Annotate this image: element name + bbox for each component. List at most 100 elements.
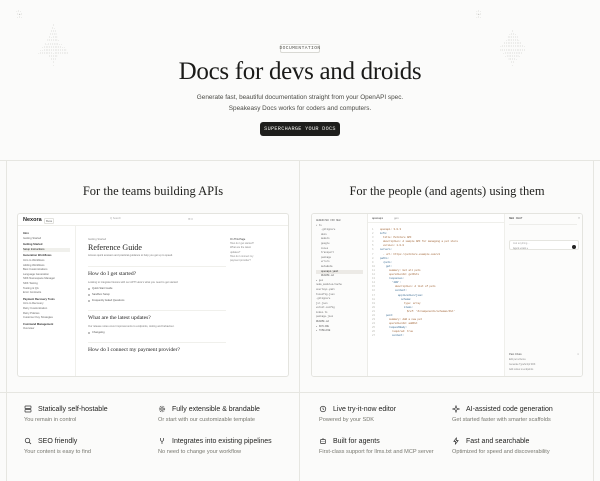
page-title: Reference Guide [88,243,142,252]
send-icon[interactable] [572,245,576,249]
line-number: 5 [372,244,374,248]
code-text: summary: Get all pets [380,268,421,272]
past-chat-item[interactable]: Edit pet schema [509,359,525,361]
code-text: paths: [380,256,390,260]
bullet-icon [88,300,90,302]
left-rail [6,160,7,481]
editor-tabs: openapi gen [368,214,504,223]
line-number: 12 [372,273,376,277]
sidebar-item[interactable]: Setup Instructions [23,247,70,253]
bolt-icon [452,437,460,445]
ascii-art-corner-right: .:. :+: .:. [476,10,482,20]
features-divider [0,392,600,393]
past-chat-item[interactable]: Add retries to endpoints [509,369,533,371]
line-number: 20 [372,305,376,309]
line-number: 15 [372,285,376,289]
docs-site-preview: Nexora Beta Q Search ⌘ K Intro Getting St… [17,213,289,377]
supercharge-docs-button[interactable]: SUPERCHARGE YOUR DOCS [260,122,340,136]
close-icon[interactable]: × [577,352,579,356]
past-chats-title: Past Chats [509,353,522,356]
tab-gen[interactable]: gen [394,217,399,220]
zap-icon [319,405,327,413]
docs-sidebar: Intro Getting Started Getting Started Setup… [18,226,76,376]
line-number: 18 [372,297,376,301]
toc-item[interactable]: payment provider? [230,259,284,263]
model-selector[interactable]: Agent ▾ Auto ▾ [513,247,528,250]
code-text: type: array [380,301,421,305]
line-number: 22 [372,313,376,317]
breadcrumb[interactable]: Getting Started [88,238,106,241]
divider [88,342,226,343]
line-number: 16 [372,289,376,293]
close-icon[interactable]: × [578,216,580,220]
code-text: '200': [380,281,402,285]
feature-title: Fast and searchable [466,437,530,445]
past-chat-item[interactable]: Generate TypeScript SDK [509,364,535,366]
bullet-icon [88,294,90,296]
chat-input[interactable]: Ask anything... Agent ▾ Auto ▾ [509,240,579,250]
code-text: content: [380,289,408,293]
line-number: 6 [372,248,374,252]
bot-icon [319,437,327,445]
feature-title: Built for agents [333,437,380,445]
bullet-icon [88,332,90,334]
docs-main-content: Getting Started Reference Guide Access q… [88,226,228,376]
feature-title: SEO friendly [38,437,78,445]
doc-link[interactable]: Quick Start Guide [92,287,112,290]
search-icon [24,437,32,445]
code-text: application/json: [380,293,424,297]
line-number: 26 [372,330,376,334]
line-number: 21 [372,309,376,313]
divider [88,266,226,267]
stack-icon [24,405,32,413]
feature-desc: Your content is easy to find [24,449,91,455]
file-tree-item[interactable]: ▸ TIMELINE [316,329,363,334]
line-number: 9 [372,260,374,264]
doc-link[interactable]: Sandbox Setup [92,293,110,296]
section-text: Our release notes cover improvements to … [88,325,175,328]
feature-title: AI-assisted code generation [466,405,553,413]
doc-link[interactable]: Changelog [92,331,105,334]
code-text: info: [380,232,388,236]
hero-section: : :. ::: :::: :.::: ::::::. :.::::::.. .… [0,0,600,160]
code-text: items: [380,305,414,309]
feature-desc: Optimized for speed and discoverability [452,449,550,455]
code-text: openapi: 3.0.3 [380,228,402,231]
feature-desc: Get started faster with smarter scaffold… [452,417,551,423]
ai-chat-panel: NEW CHAT × Ask anything... Agent ▾ Auto … [504,214,582,376]
doc-link[interactable]: Frequently Asked Questions [92,299,124,302]
vertical-divider [299,160,300,481]
code-text: /pets: [380,260,393,264]
section-heading: What are the latest updates? [88,315,151,321]
sidebar-item[interactable]: Error Contracts [23,291,70,296]
page-intro: Access quick answers and practical guida… [88,254,173,257]
line-number: 14 [372,281,376,285]
feature-desc: Powered by your SDK [319,417,375,423]
line-number: 23 [372,318,376,322]
sidebar-item[interactable]: Overview [23,327,70,332]
nexora-logo[interactable]: Nexora [23,217,42,223]
code-text: summary: Add a new pet [380,318,423,322]
right-panel-title: For the people (and agents) using them [349,184,545,198]
line-number: 19 [372,301,376,305]
code-editor: openapi gen 1 openapi: 3.0.3 2 info: 3 title… [368,214,504,376]
sidebar-item[interactable]: Getting Started [23,237,70,242]
feature-title: Fully extensible & brandable [172,405,260,413]
section-divider [0,160,600,161]
section-heading: How do I get started? [88,271,137,277]
code-text: required: true [380,330,414,334]
docs-search-input[interactable]: Q Search [110,217,152,223]
code-text: description: A list of pets [380,285,436,289]
chat-title: NEW CHAT [509,217,523,220]
code-content[interactable]: 1 openapi: 3.0.3 2 info: 3 title: Petstore A… [372,228,502,339]
divider [88,310,226,311]
code-text: post: [380,313,394,317]
tab-openapi[interactable]: openapi [372,217,383,220]
code-text: version: 1.0.0 [380,244,405,248]
feature-title: Statically self-hostable [38,405,108,413]
documentation-badge: DOCUMENTATION [279,44,321,53]
line-number: 13 [372,277,376,281]
sidebar-item[interactable]: Customer Key Strategies [23,316,70,321]
code-text: get: [380,264,393,268]
code-text: operationId: getPets [380,273,420,277]
